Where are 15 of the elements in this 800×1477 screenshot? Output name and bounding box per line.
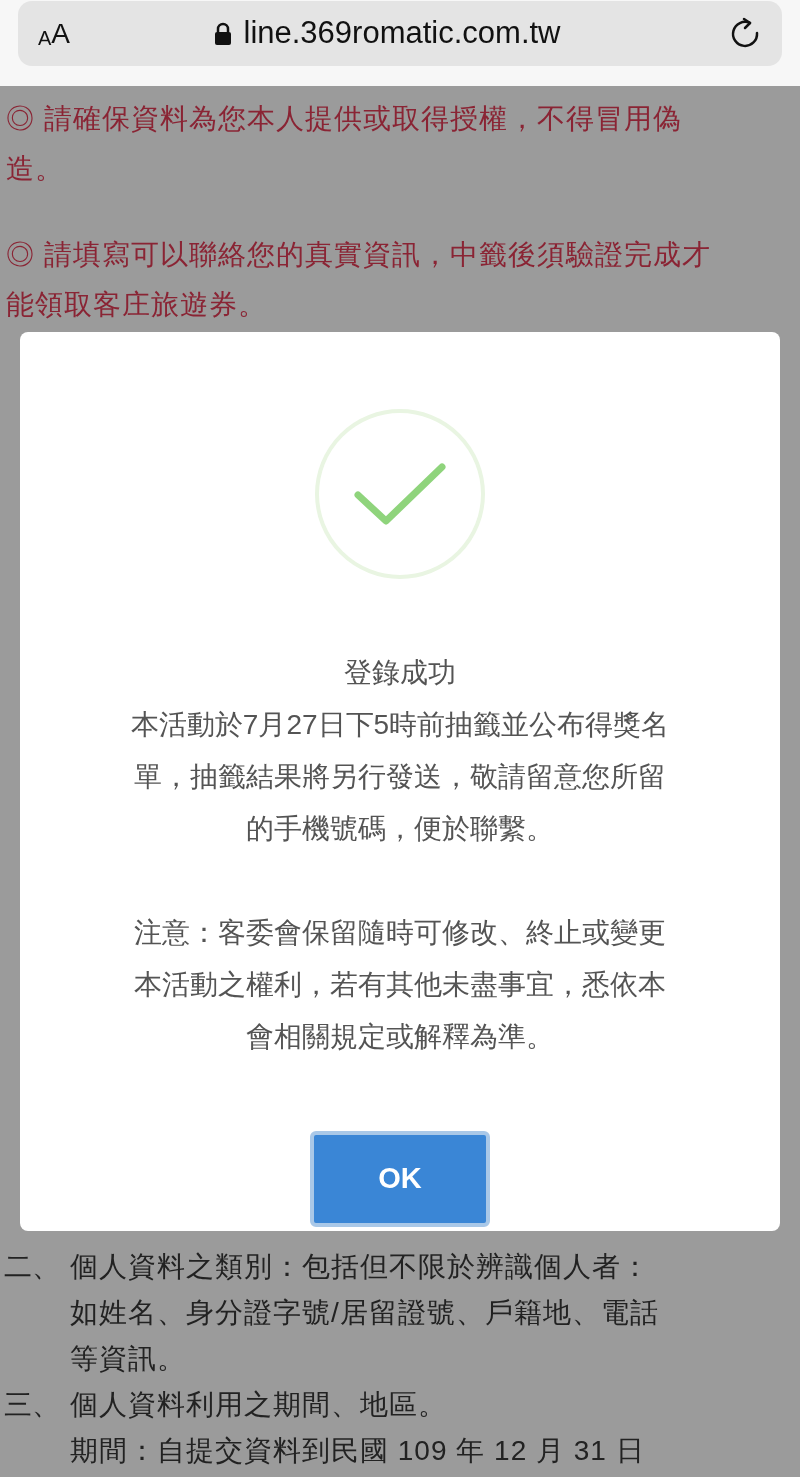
ok-button[interactable]: OK — [310, 1131, 490, 1227]
lock-icon — [213, 21, 232, 46]
url-text: line.369romatic.com.tw — [243, 14, 561, 53]
notice-text: ◎ 請填寫可以聯絡您的真實資訊，中籤後須驗證完成才 能領取客庄旅遊券。 — [6, 238, 712, 322]
terms-text: 個人資料利用之期間、地區。 期間：自提交資料到民國 109 年 12 月 31 日 — [70, 1388, 645, 1468]
success-check-icon — [315, 409, 485, 579]
dialog-message: 注意：客委會保留隨時可修改、終止或變更 本活動之權利，若有其他未盡事宜，悉依本 會相關規定或解釋為準。 — [134, 916, 666, 1054]
address-bar[interactable]: AA line.369romatic.com.tw — [18, 1, 782, 66]
dialog-title: 登錄成功 — [344, 656, 456, 690]
list-marker: 三、 — [3, 1388, 61, 1422]
dialog-message: 本活動於7月27日下5時前抽籤並公布得獎名 單，抽籤結果將另行發送，敬請留意您所留 的手機號碼，便於聯繫。 — [130, 708, 670, 846]
terms-text: 個人資料之類別：包括但不限於辨識個人者： 如姓名、身分證字號/居留證號、戶籍地、電話 等資訊。 — [70, 1250, 659, 1376]
notice-text: ◎ 請確保資料為您本人提供或取得授權，不得冒用偽 造。 — [6, 102, 683, 186]
text-size-button[interactable]: AA — [38, 19, 71, 48]
list-marker: 二、 — [3, 1250, 61, 1284]
